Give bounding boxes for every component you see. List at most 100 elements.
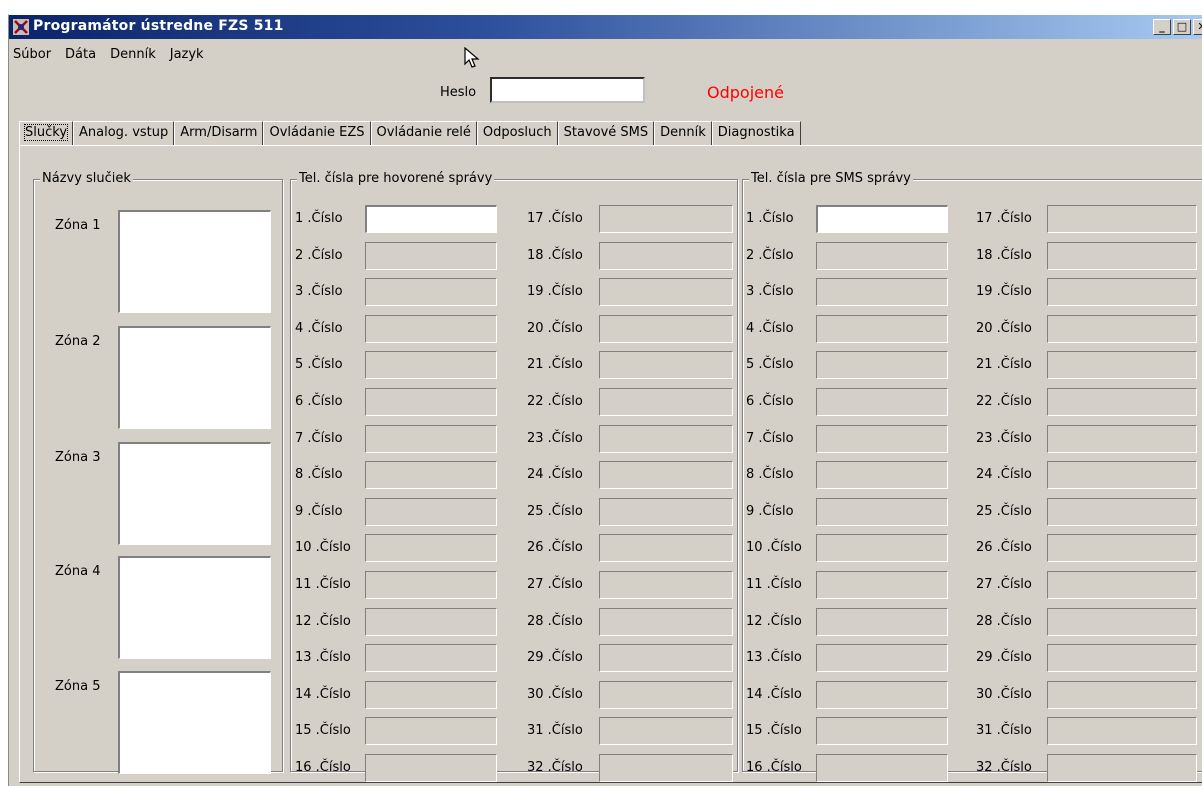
number-label: 29 .Číslo	[527, 650, 583, 666]
zone-name-textarea[interactable]	[118, 556, 271, 659]
title-bar[interactable]: Programátor ústredne FZS 511 _ □ ✕	[9, 15, 1202, 39]
phone-number-field[interactable]	[599, 461, 733, 490]
phone-number-field[interactable]	[365, 607, 497, 636]
phone-number-field[interactable]	[816, 205, 948, 233]
menu-jazyk[interactable]: Jazyk	[163, 45, 211, 65]
phone-number-field[interactable]	[365, 278, 497, 307]
number-label: 18 .Číslo	[976, 247, 1032, 263]
tab-dennik[interactable]: Denník	[654, 121, 712, 145]
number-label: 28 .Číslo	[527, 613, 583, 629]
number-label: 28 .Číslo	[976, 613, 1032, 629]
phone-number-field[interactable]	[1047, 388, 1197, 416]
phone-number-field[interactable]	[1047, 717, 1197, 746]
phone-number-field[interactable]	[365, 534, 497, 563]
phone-number-field[interactable]	[365, 205, 497, 233]
zone-name-textarea[interactable]	[118, 326, 271, 429]
phone-number-field[interactable]	[816, 754, 948, 782]
phone-number-field[interactable]	[816, 351, 948, 380]
phone-number-field[interactable]	[365, 388, 497, 416]
password-input[interactable]	[490, 77, 645, 103]
phone-number-field[interactable]	[1047, 607, 1197, 636]
phone-number-field[interactable]	[599, 644, 733, 673]
zone-name-textarea[interactable]	[118, 442, 271, 545]
number-label: 5 .Číslo	[746, 357, 794, 373]
phone-number-field[interactable]	[365, 717, 497, 746]
phone-number-field[interactable]	[599, 351, 733, 380]
phone-number-field[interactable]	[816, 424, 948, 453]
tab-stavove-sms[interactable]: Stavové SMS	[557, 121, 655, 145]
phone-number-field[interactable]	[816, 571, 948, 599]
menu-dennik[interactable]: Denník	[103, 45, 163, 65]
phone-number-field[interactable]	[599, 571, 733, 599]
phone-number-field[interactable]	[365, 314, 497, 343]
number-label: 20 .Číslo	[527, 320, 583, 336]
phone-number-field[interactable]	[816, 497, 948, 526]
number-label: 7 .Číslo	[746, 430, 794, 446]
phone-number-field[interactable]	[1047, 205, 1197, 233]
phone-number-field[interactable]	[816, 461, 948, 490]
tab-ovladanie-rele[interactable]: Ovládanie relé	[370, 121, 477, 145]
phone-number-field[interactable]	[599, 314, 733, 343]
phone-number-field[interactable]	[599, 497, 733, 526]
number-label: 31 .Číslo	[527, 723, 583, 739]
phone-number-field[interactable]	[816, 534, 948, 563]
phone-number-field[interactable]	[599, 680, 733, 709]
number-label: 8 .Číslo	[746, 467, 794, 483]
phone-number-field[interactable]	[816, 278, 948, 307]
tab-diagnostika[interactable]: Diagnostika	[711, 121, 801, 145]
phone-number-field[interactable]	[1047, 241, 1197, 270]
phone-number-field[interactable]	[1047, 461, 1197, 490]
phone-number-field[interactable]	[1047, 534, 1197, 563]
phone-number-field[interactable]	[816, 717, 948, 746]
phone-number-field[interactable]	[599, 278, 733, 307]
phone-number-field[interactable]	[599, 534, 733, 563]
phone-number-field[interactable]	[599, 205, 733, 233]
minimize-icon[interactable]: _	[1153, 19, 1171, 35]
zone-names-title: Názvy slučiek	[40, 171, 133, 186]
number-label: 10 .Číslo	[746, 540, 802, 556]
phone-number-field[interactable]	[816, 241, 948, 270]
maximize-icon[interactable]: □	[1173, 19, 1191, 35]
phone-number-field[interactable]	[365, 351, 497, 380]
phone-number-field[interactable]	[365, 424, 497, 453]
tab-arm-disarm[interactable]: Arm/Disarm	[174, 121, 264, 145]
number-label: 1 .Číslo	[295, 211, 343, 226]
number-label: 27 .Číslo	[976, 577, 1032, 592]
phone-number-field[interactable]	[816, 314, 948, 343]
phone-number-field[interactable]	[365, 241, 497, 270]
phone-number-field[interactable]	[599, 754, 733, 782]
close-icon[interactable]: ✕	[1193, 19, 1202, 35]
phone-number-field[interactable]	[365, 754, 497, 782]
phone-number-field[interactable]	[365, 461, 497, 490]
phone-number-field[interactable]	[365, 497, 497, 526]
phone-number-field[interactable]	[365, 680, 497, 709]
phone-number-field[interactable]	[1047, 644, 1197, 673]
phone-number-field[interactable]	[1047, 754, 1197, 782]
phone-number-field[interactable]	[599, 241, 733, 270]
phone-number-field[interactable]	[816, 644, 948, 673]
phone-number-field[interactable]	[365, 571, 497, 599]
phone-number-field[interactable]	[1047, 424, 1197, 453]
menu-subor[interactable]: Súbor	[9, 45, 58, 65]
phone-number-field[interactable]	[599, 388, 733, 416]
zone-name-textarea[interactable]	[118, 210, 271, 313]
phone-number-field[interactable]	[1047, 497, 1197, 526]
phone-number-field[interactable]	[816, 680, 948, 709]
tab-analog-vstup[interactable]: Analog. vstup	[73, 121, 175, 145]
tab-odposluch[interactable]: Odposluch	[476, 121, 558, 145]
phone-number-field[interactable]	[1047, 351, 1197, 380]
phone-number-field[interactable]	[1047, 314, 1197, 343]
menu-data[interactable]: Dáta	[58, 45, 103, 65]
phone-number-field[interactable]	[816, 388, 948, 416]
phone-number-field[interactable]	[1047, 680, 1197, 709]
phone-number-field[interactable]	[1047, 278, 1197, 307]
tab-slucky[interactable]: Slučky	[19, 121, 74, 145]
zone-name-textarea[interactable]	[118, 671, 271, 774]
phone-number-field[interactable]	[365, 644, 497, 673]
phone-number-field[interactable]	[599, 717, 733, 746]
phone-number-field[interactable]	[1047, 571, 1197, 599]
tab-ovladanie-ezs[interactable]: Ovládanie EZS	[263, 121, 371, 145]
phone-number-field[interactable]	[599, 424, 733, 453]
phone-number-field[interactable]	[599, 607, 733, 636]
phone-number-field[interactable]	[816, 607, 948, 636]
